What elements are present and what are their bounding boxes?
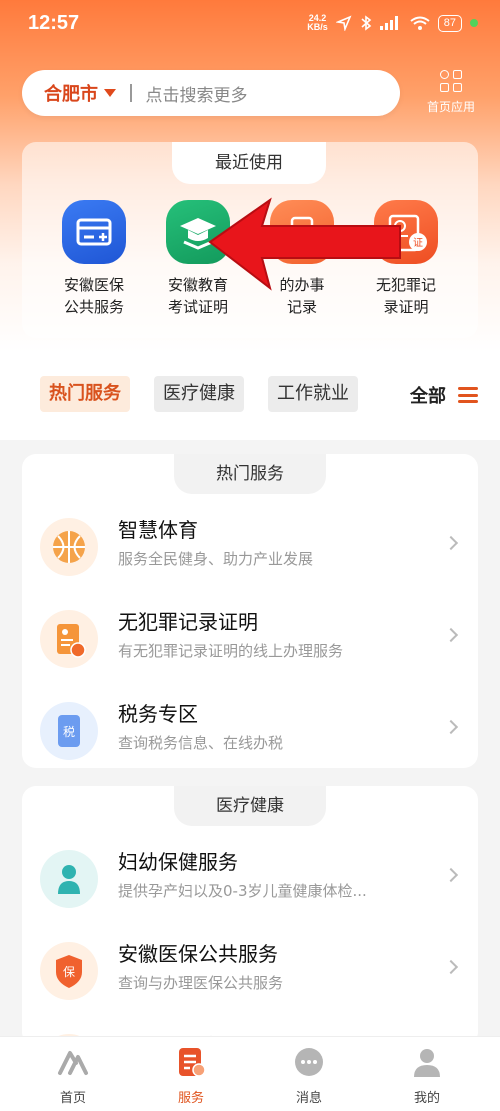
svg-text:证: 证 (413, 237, 423, 249)
svg-text:税: 税 (63, 725, 75, 739)
home-apps-button[interactable]: 首页应用 (416, 68, 486, 120)
status-bar: 12:57 24.2 KB/s 87 (0, 0, 500, 50)
menu-icon (458, 387, 478, 403)
chevron-right-icon (443, 867, 459, 883)
person-icon (40, 850, 98, 908)
status-time: 12:57 (28, 12, 80, 34)
graduation-cap-icon (166, 200, 230, 264)
nav-services-label: 服务 (177, 1091, 204, 1106)
service-desc: 有无犯罪记录证明的线上办理服务 (118, 642, 344, 660)
certificate-doc-icon (40, 610, 98, 668)
search-input[interactable]: 点击搜索更多 (146, 81, 248, 106)
recent-used-card: 最近使用 安徽医保 公共服务 安徽教育 考试证明 的办事 记录 证 无犯罪记 录… (22, 142, 478, 338)
medical-services-card: 医疗健康 妇幼保健服务 提供孕产妇以及0-3岁儿童健康体检... 保 安徽医保公… (22, 786, 478, 1092)
all-categories-label: 全部 (410, 386, 446, 407)
tab-hot-services[interactable]: 热门服务 (40, 376, 130, 412)
wifi-icon (410, 16, 430, 30)
city-selector[interactable]: 合肥市 (44, 80, 98, 106)
recent-item-no-criminal-record[interactable]: 证 无犯罪记 录证明 (356, 200, 456, 318)
status-icons: 24.2 KB/s 87 (307, 14, 478, 32)
recent-item-my-records[interactable]: 的办事 记录 (252, 200, 352, 318)
search-divider (130, 84, 132, 102)
nav-home-label: 首页 (59, 1091, 86, 1106)
basketball-icon (40, 518, 98, 576)
service-maternal-child[interactable]: 妇幼保健服务 提供孕产妇以及0-3岁儿童健康体检... (22, 836, 478, 928)
tab-medical-health[interactable]: 医疗健康 (154, 376, 244, 412)
service-name: 妇幼保健服务 (118, 850, 238, 874)
services-icon (174, 1045, 208, 1079)
user-icon (410, 1045, 444, 1079)
svg-text:保: 保 (63, 965, 75, 979)
nav-messages-label: 消息 (295, 1091, 322, 1106)
chevron-right-icon (443, 627, 459, 643)
recent-item-label: 的办事 记录 (279, 276, 325, 316)
chevron-right-icon (443, 959, 459, 975)
recent-item-label: 安徽医保 公共服务 (63, 276, 124, 316)
recent-item-medical-insurance[interactable]: 安徽医保 公共服务 (44, 200, 144, 318)
home-icon (56, 1045, 90, 1079)
apps-grid-icon (440, 70, 462, 92)
home-apps-label: 首页应用 (426, 100, 475, 114)
nav-mine[interactable]: 我的 (382, 1045, 472, 1106)
location-icon (335, 15, 352, 31)
certificate-icon: 证 (374, 200, 438, 264)
tax-icon: 税 (40, 702, 98, 760)
chevron-right-icon (443, 535, 459, 551)
service-desc: 查询与办理医保公共服务 (118, 974, 284, 992)
hot-services-card: 热门服务 智慧体育 服务全民健身、助力产业发展 无犯罪记录证明 有无犯罪记录证明… (22, 454, 478, 768)
service-tax-zone[interactable]: 税 税务专区 查询税务信息、在线办税 (22, 688, 478, 780)
bluetooth-icon (361, 15, 372, 31)
nav-mine-label: 我的 (413, 1091, 440, 1106)
all-categories-button[interactable]: 全部 (410, 382, 478, 408)
service-desc: 查询税务信息、在线办税 (118, 734, 284, 752)
category-tabs: 热门服务 医疗健康 工作就业 全部 (0, 354, 500, 438)
service-name: 无犯罪记录证明 (118, 610, 258, 634)
network-speed: 24.2 KB/s (307, 13, 328, 32)
recent-item-label: 安徽教育 考试证明 (167, 276, 228, 316)
service-name: 税务专区 (118, 702, 198, 726)
caret-down-icon[interactable] (104, 89, 116, 97)
nav-messages[interactable]: 消息 (264, 1045, 354, 1106)
recent-used-title: 最近使用 (172, 142, 326, 184)
chevron-right-icon (443, 719, 459, 735)
recent-item-label: 无犯罪记 录证明 (375, 276, 436, 316)
message-bubble-icon (292, 1045, 326, 1079)
service-medical-insurance[interactable]: 保 安徽医保公共服务 查询与办理医保公共服务 (22, 928, 478, 1020)
shield-icon: 保 (40, 942, 98, 1000)
signal-icon (379, 16, 398, 30)
recent-item-education-exam[interactable]: 安徽教育 考试证明 (148, 200, 248, 318)
service-name: 智慧体育 (118, 518, 198, 542)
service-desc: 服务全民健身、助力产业发展 (118, 550, 314, 568)
medical-card-icon (62, 200, 126, 264)
hot-services-title: 热门服务 (174, 454, 326, 494)
search-bar[interactable]: 合肥市 点击搜索更多 (22, 70, 400, 116)
nav-services[interactable]: 服务 (146, 1045, 236, 1106)
bottom-navigation: 首页 服务 消息 我的 (0, 1036, 500, 1111)
medical-services-title: 医疗健康 (174, 786, 326, 826)
service-no-criminal-record[interactable]: 无犯罪记录证明 有无犯罪记录证明的线上办理服务 (22, 596, 478, 688)
service-name: 安徽医保公共服务 (118, 942, 278, 966)
service-desc: 提供孕产妇以及0-3岁儿童健康体检... (118, 882, 367, 900)
battery-indicator: 87 (437, 14, 462, 32)
tab-employment[interactable]: 工作就业 (268, 376, 358, 412)
clipboard-icon (270, 200, 334, 264)
nav-home[interactable]: 首页 (28, 1045, 118, 1106)
service-smart-sports[interactable]: 智慧体育 服务全民健身、助力产业发展 (22, 504, 478, 596)
charging-dot (470, 19, 478, 27)
